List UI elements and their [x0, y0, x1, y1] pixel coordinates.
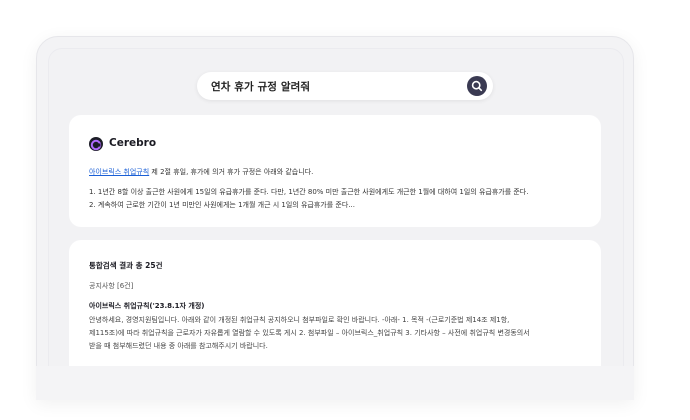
search-icon	[471, 80, 483, 92]
search-bar[interactable]: 연차 휴가 규정 알려줘	[197, 72, 493, 100]
answer-body: 1. 1년간 8할 이상 출근한 사원에게 15일의 유급휴가를 준다. 다만,…	[89, 186, 589, 212]
cerebro-logo-icon	[89, 137, 103, 151]
bottom-overlay	[36, 366, 634, 400]
snippet-line: 안녕하세요, 경영지원팀입니다. 아래와 같이 개정된 취업규칙 공지하오니 첨…	[89, 316, 510, 324]
device-frame: 연차 휴가 규정 알려줘 Cerebro 아이브릭스 취업규칙 제 2절 휴일,…	[36, 36, 634, 400]
results-count-title: 통합검색 결과 총 25건	[89, 261, 163, 270]
snippet-line: 받을 때 첨부해드렸던 내용 중 아래를 참고해주시기 바랍니다.	[89, 342, 268, 350]
brand-name: Cerebro	[109, 137, 157, 149]
answer-line: 2. 계속하여 근로한 기간이 1년 미만인 사원에게는 1개월 개근 시 1일…	[89, 201, 355, 209]
search-input[interactable]: 연차 휴가 규정 알려줘	[211, 79, 310, 94]
results-category[interactable]: 공지사항 [6건]	[89, 281, 133, 291]
answer-intro: 아이브릭스 취업규칙 제 2절 휴일, 휴가에 의거 휴가 규정은 아래와 같습…	[89, 167, 313, 177]
snippet-line: 제115조)에 따라 취업규칙을 근로자가 자유롭게 열람할 수 있도록 게시 …	[89, 329, 530, 337]
result-item-title[interactable]: 아이브릭스 취업규칙('23.8.1자 개정)	[89, 301, 205, 311]
screenshot-stage: 연차 휴가 규정 알려줘 Cerebro 아이브릭스 취업규칙 제 2절 휴일,…	[0, 0, 690, 420]
search-button[interactable]	[467, 76, 487, 96]
answer-intro-text: 제 2절 휴일, 휴가에 의거 휴가 규정은 아래와 같습니다.	[149, 168, 314, 176]
answer-line: 1. 1년간 8할 이상 출근한 사원에게 15일의 유급휴가를 준다. 다만,…	[89, 188, 529, 196]
app-window: 연차 휴가 규정 알려줘 Cerebro 아이브릭스 취업규칙 제 2절 휴일,…	[48, 48, 624, 399]
source-link[interactable]: 아이브릭스 취업규칙	[89, 168, 149, 176]
ai-answer-card: Cerebro 아이브릭스 취업규칙 제 2절 휴일, 휴가에 의거 휴가 규정…	[69, 115, 601, 227]
result-item-snippet: 안녕하세요, 경영지원팀입니다. 아래와 같이 개정된 취업규칙 공지하오니 첨…	[89, 314, 589, 353]
